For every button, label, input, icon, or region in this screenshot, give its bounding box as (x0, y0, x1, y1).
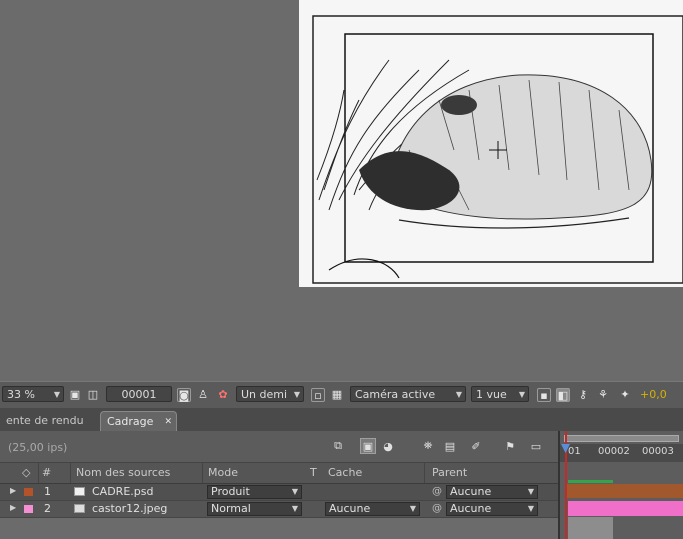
toggle-pixel-aspect-icon[interactable]: ▪ (537, 388, 551, 402)
tab-label: Cadrage (107, 415, 154, 428)
work-area-bar[interactable] (564, 435, 679, 442)
tab-cadrage[interactable]: Cadrage ✕ (100, 411, 177, 431)
comp-mini-flowchart-icon[interactable]: ⧉ (330, 438, 346, 454)
chevron-down-icon: ▼ (293, 390, 300, 399)
column-parent[interactable]: Parent (432, 466, 467, 479)
layer-2-sub-bar (568, 517, 613, 539)
parent-dropdown[interactable]: Aucune ▼ (446, 485, 538, 499)
exposure-value[interactable]: +0,0 (640, 388, 667, 401)
time-ruler[interactable]: 01 00002 00003 (560, 444, 683, 462)
viewer-toolbar: 33 % ▼ ▣ ◫ 00001 ◙ ♙ ✿ Un demi ▼ ▫ ▦ Cam… (0, 381, 683, 410)
flowchart-icon[interactable]: ⚘ (596, 387, 610, 401)
label-color-swatch[interactable] (24, 488, 33, 496)
ruler-tick-label: 00003 (642, 446, 674, 457)
timeline-controls: (25,00 ips) ⧉ ▣ ◕ ⛯ ▤ ✐ ⚑ ▭ (0, 431, 558, 462)
composition-canvas[interactable] (299, 0, 683, 287)
draft-3d-icon[interactable]: ▣ (360, 438, 376, 454)
pick-whip-icon[interactable]: @ (432, 503, 442, 514)
column-mode[interactable]: Mode (208, 466, 238, 479)
parent-dropdown[interactable]: Aucune ▼ (446, 502, 538, 516)
timecode-value: 00001 (121, 388, 157, 401)
blend-mode-value: Produit (211, 485, 250, 498)
mask-icon[interactable]: ◫ (86, 387, 100, 401)
layer-2-duration-bar[interactable] (568, 501, 683, 516)
frame-blending-icon[interactable]: ⛯ (420, 438, 436, 454)
label-color-swatch[interactable] (24, 505, 33, 513)
layer-column-header: ◇ # Nom des sources Mode T Cache Parent (0, 462, 558, 484)
chevron-down-icon: ▼ (291, 487, 298, 496)
chevron-down-icon: ▼ (409, 504, 416, 513)
timecode-field[interactable]: 00001 (106, 386, 172, 402)
column-t[interactable]: T (310, 466, 317, 479)
snapshot-show-icon[interactable]: ♙ (196, 387, 210, 401)
camera-dropdown[interactable]: Caméra active ▼ (350, 386, 466, 402)
column-number[interactable]: # (42, 466, 51, 479)
pick-whip-icon[interactable]: @ (432, 486, 442, 497)
parent-value: Aucune (450, 502, 492, 515)
motion-blur-icon[interactable]: ▤ (442, 438, 458, 454)
resolution-dropdown[interactable]: Un demi ▼ (236, 386, 304, 402)
layer-name[interactable]: castor12.jpeg (92, 502, 167, 516)
auto-keyframe-icon[interactable]: ⚑ (502, 438, 518, 454)
camera-icon[interactable]: ◙ (177, 388, 191, 402)
tab-render-queue[interactable]: ente de rendu (0, 411, 100, 431)
panel-tab-bar: ente de rendu Cadrage ✕ (0, 408, 683, 432)
checkerboard-icon[interactable]: ▦ (330, 387, 344, 401)
ruler-tick-label: 01 (568, 446, 581, 457)
chevron-down-icon: ▼ (455, 390, 462, 399)
blend-mode-dropdown[interactable]: Normal ▼ (207, 502, 302, 516)
layer-row[interactable]: ▶ 1 CADRE.psd Produit ▼ @ Aucune ▼ (0, 484, 558, 501)
layer-row[interactable]: ▶ 2 castor12.jpeg Normal ▼ Aucune ▼ @ Au… (0, 501, 558, 518)
blend-mode-value: Normal (211, 502, 251, 515)
chevron-down-icon: ▼ (53, 390, 60, 399)
column-cache[interactable]: Cache (328, 466, 362, 479)
chevron-down-icon: ▼ (518, 390, 525, 399)
chevron-down-icon: ▼ (527, 504, 534, 513)
timeline-icon[interactable]: ⚷ (576, 387, 590, 401)
rgb-channels-icon[interactable]: ✿ (216, 387, 230, 401)
region-of-interest-icon[interactable]: ▫ (311, 388, 325, 402)
column-source-name[interactable]: Nom des sources (76, 466, 170, 479)
exposure-icon[interactable]: ✦ (618, 387, 632, 401)
psd-file-icon (74, 487, 85, 496)
hide-shy-layers-icon[interactable]: ◕ (380, 438, 396, 454)
track-matte-value: Aucune (329, 502, 371, 515)
chevron-down-icon: ▼ (291, 504, 298, 513)
resolution-value: Un demi (241, 388, 288, 401)
close-icon[interactable]: ✕ (164, 412, 172, 432)
magnification-value: 33 % (7, 388, 35, 401)
layer-1-duration-bar[interactable] (566, 484, 683, 498)
magnification-dropdown[interactable]: 33 % ▼ (2, 386, 64, 402)
graph-editor-icon[interactable]: ▭ (528, 438, 544, 454)
fast-preview-icon[interactable]: ◧ (556, 388, 570, 402)
brainstorm-icon[interactable]: ✐ (468, 438, 484, 454)
views-dropdown[interactable]: 1 vue ▼ (471, 386, 529, 402)
blend-mode-dropdown[interactable]: Produit ▼ (207, 485, 302, 499)
track-matte-dropdown[interactable]: Aucune ▼ (325, 502, 420, 516)
beaver-sketch-image (299, 0, 683, 287)
parent-value: Aucune (450, 485, 492, 498)
layer-1-duration-indicator (568, 480, 613, 483)
frame-rate-label: (25,00 ips) (8, 441, 68, 454)
layer-number: 2 (44, 502, 51, 515)
layer-number: 1 (44, 485, 51, 498)
timeline-graph-area[interactable]: 01 00002 00003 (558, 431, 683, 539)
expand-triangle-icon[interactable]: ▶ (10, 503, 16, 512)
expand-triangle-icon[interactable]: ▶ (10, 486, 16, 495)
ruler-tick-label: 00002 (598, 446, 630, 457)
views-value: 1 vue (476, 388, 507, 401)
eye-column-icon: ◇ (22, 466, 31, 479)
image-file-icon (74, 504, 85, 513)
camera-value: Caméra active (355, 388, 436, 401)
layer-name[interactable]: CADRE.psd (92, 485, 153, 499)
chevron-down-icon: ▼ (527, 487, 534, 496)
safe-zones-icon[interactable]: ▣ (68, 387, 82, 401)
